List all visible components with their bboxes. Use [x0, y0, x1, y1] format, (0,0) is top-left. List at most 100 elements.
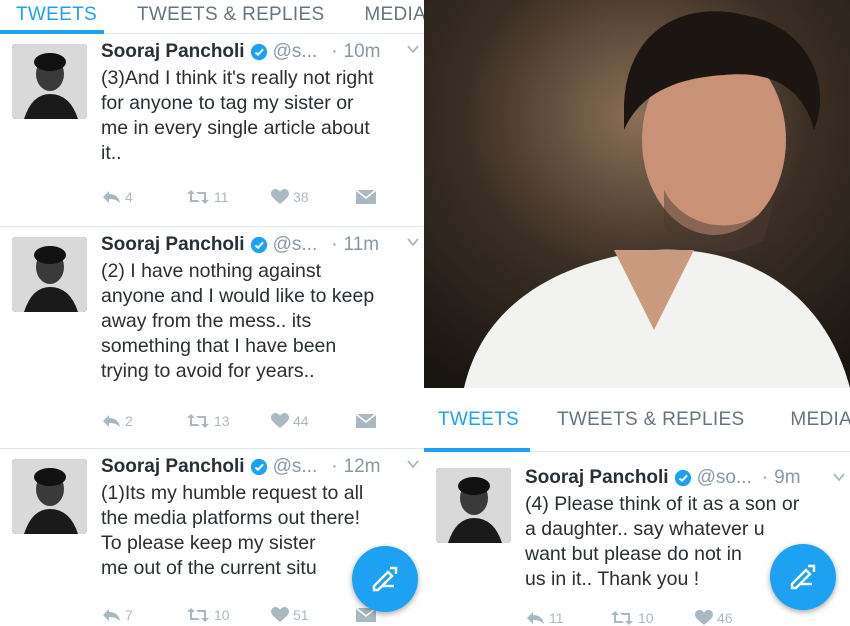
compose-tweet-icon: [790, 564, 816, 590]
portrait-image: [424, 0, 850, 388]
compose-tweet-icon: [372, 566, 398, 592]
tweet-actions: 2 13 44: [101, 413, 424, 429]
tweet-line: anyone and I would like to keep: [101, 285, 375, 307]
reply-button[interactable]: 11: [525, 610, 610, 626]
tweet[interactable]: Sooraj Pancholi @s... · 11m (2) I have n…: [0, 227, 424, 449]
avatar[interactable]: [436, 468, 511, 543]
profile-tabs: TWEETS TWEETS & REPLIES MEDIA: [424, 388, 850, 452]
heart-icon: [271, 413, 289, 428]
reply-icon: [527, 612, 544, 624]
reply-count: 7: [125, 607, 133, 623]
like-count: 46: [717, 610, 733, 626]
reply-button[interactable]: 7: [101, 607, 186, 623]
tweet-text: (2) I have nothing against anyone and I …: [101, 259, 416, 384]
reply-count: 4: [125, 189, 133, 205]
handle[interactable]: @so...: [697, 467, 752, 489]
retweet-count: 10: [214, 607, 230, 623]
tweet-line: for anyone to tag my sister or: [101, 92, 354, 114]
handle[interactable]: @s...: [273, 456, 318, 478]
tweet-actions: 4 11 38: [101, 189, 424, 205]
display-name[interactable]: Sooraj Pancholi: [101, 456, 245, 478]
reply-count: 2: [125, 413, 133, 429]
direct-message-button[interactable]: [356, 190, 424, 204]
handle[interactable]: @s...: [273, 41, 318, 63]
tweet[interactable]: Sooraj Pancholi @s... · 10m (3)And I thi…: [0, 34, 424, 227]
reply-icon: [103, 191, 120, 203]
compose-tweet-button[interactable]: [770, 544, 836, 610]
avatar[interactable]: [12, 44, 87, 119]
direct-message-icon: [356, 414, 376, 428]
like-button[interactable]: 46: [695, 610, 780, 626]
heart-icon: [695, 610, 713, 625]
display-name[interactable]: Sooraj Pancholi: [101, 41, 245, 63]
tab-tweets-replies[interactable]: TWEETS & REPLIES: [121, 0, 340, 33]
retweet-icon: [187, 190, 209, 204]
tab-tweets[interactable]: TWEETS: [424, 388, 535, 451]
tweet-line: (1)Its my humble request to all: [101, 482, 364, 504]
retweet-icon: [187, 608, 209, 622]
tweet-line: (3)And I think it's really not right: [101, 67, 374, 89]
separator-dot: ·: [331, 234, 338, 255]
reply-button[interactable]: 2: [101, 413, 186, 429]
like-button[interactable]: 38: [271, 189, 356, 205]
chevron-down-icon[interactable]: [832, 470, 846, 484]
compose-tweet-button[interactable]: [352, 546, 418, 612]
profile-photo: [424, 0, 850, 388]
reply-count: 11: [549, 610, 564, 626]
direct-message-button[interactable]: [356, 414, 424, 428]
avatar[interactable]: [12, 237, 87, 312]
like-count: 44: [293, 413, 309, 429]
tweet-line: (2) I have nothing against: [101, 260, 322, 282]
heart-icon: [271, 607, 289, 622]
tweet-text: (3)And I think it's really not right for…: [101, 66, 416, 166]
chevron-down-icon[interactable]: [406, 42, 420, 56]
separator-dot: ·: [331, 41, 338, 62]
reply-button[interactable]: 4: [101, 189, 186, 205]
direct-message-icon: [356, 190, 376, 204]
tab-tweets[interactable]: TWEETS: [0, 0, 113, 33]
timestamp[interactable]: 11m: [344, 234, 380, 256]
like-button[interactable]: 51: [271, 607, 356, 623]
tab-media[interactable]: MEDIA: [774, 388, 850, 451]
tweet-line: away from the mess.. its: [101, 310, 312, 332]
timestamp[interactable]: 10m: [344, 41, 381, 63]
timestamp[interactable]: 9m: [774, 467, 800, 489]
separator-dot: ·: [331, 456, 338, 477]
retweet-button[interactable]: 10: [186, 607, 271, 623]
tweet-line: the media platforms out there!: [101, 507, 361, 529]
left-timeline: TWEETS TWEETS & REPLIES MEDIA Sooraj Pan…: [0, 0, 424, 626]
right-timeline: TWEETS TWEETS & REPLIES MEDIA Sooraj Pan…: [424, 388, 850, 626]
retweet-button[interactable]: 10: [610, 610, 695, 626]
like-count: 51: [293, 607, 309, 623]
tweet-line: something that I have been: [101, 335, 337, 357]
retweet-count: 10: [638, 610, 654, 626]
heart-icon: [271, 189, 289, 204]
chevron-down-icon[interactable]: [406, 235, 420, 249]
tab-tweets-replies[interactable]: TWEETS & REPLIES: [541, 388, 760, 451]
timestamp[interactable]: 12m: [344, 456, 381, 478]
verified-badge-icon: [674, 469, 691, 487]
verified-badge-icon: [250, 43, 267, 61]
retweet-icon: [611, 611, 633, 625]
display-name[interactable]: Sooraj Pancholi: [525, 467, 669, 489]
retweet-icon: [187, 414, 209, 428]
like-button[interactable]: 44: [271, 413, 356, 429]
retweet-button[interactable]: 11: [186, 189, 271, 205]
chevron-down-icon[interactable]: [406, 457, 420, 471]
retweet-button[interactable]: 13: [186, 413, 271, 429]
tweet-line: (4) Please think of it as a son or: [525, 493, 800, 515]
retweet-count: 11: [214, 189, 229, 205]
handle[interactable]: @s...: [273, 234, 318, 256]
tab-media[interactable]: MEDIA: [348, 0, 424, 33]
retweet-count: 13: [214, 413, 230, 429]
verified-badge-icon: [250, 236, 267, 254]
avatar[interactable]: [12, 459, 87, 534]
tweet-line: a daughter.. say whatever u: [525, 518, 765, 540]
reply-icon: [103, 609, 120, 621]
separator-dot: ·: [761, 467, 769, 488]
verified-badge-icon: [250, 458, 267, 476]
display-name[interactable]: Sooraj Pancholi: [101, 234, 245, 256]
profile-tabs: TWEETS TWEETS & REPLIES MEDIA: [0, 0, 424, 34]
tweet-line: it..: [101, 142, 122, 164]
tweet-actions: 11 10 46: [525, 610, 780, 626]
